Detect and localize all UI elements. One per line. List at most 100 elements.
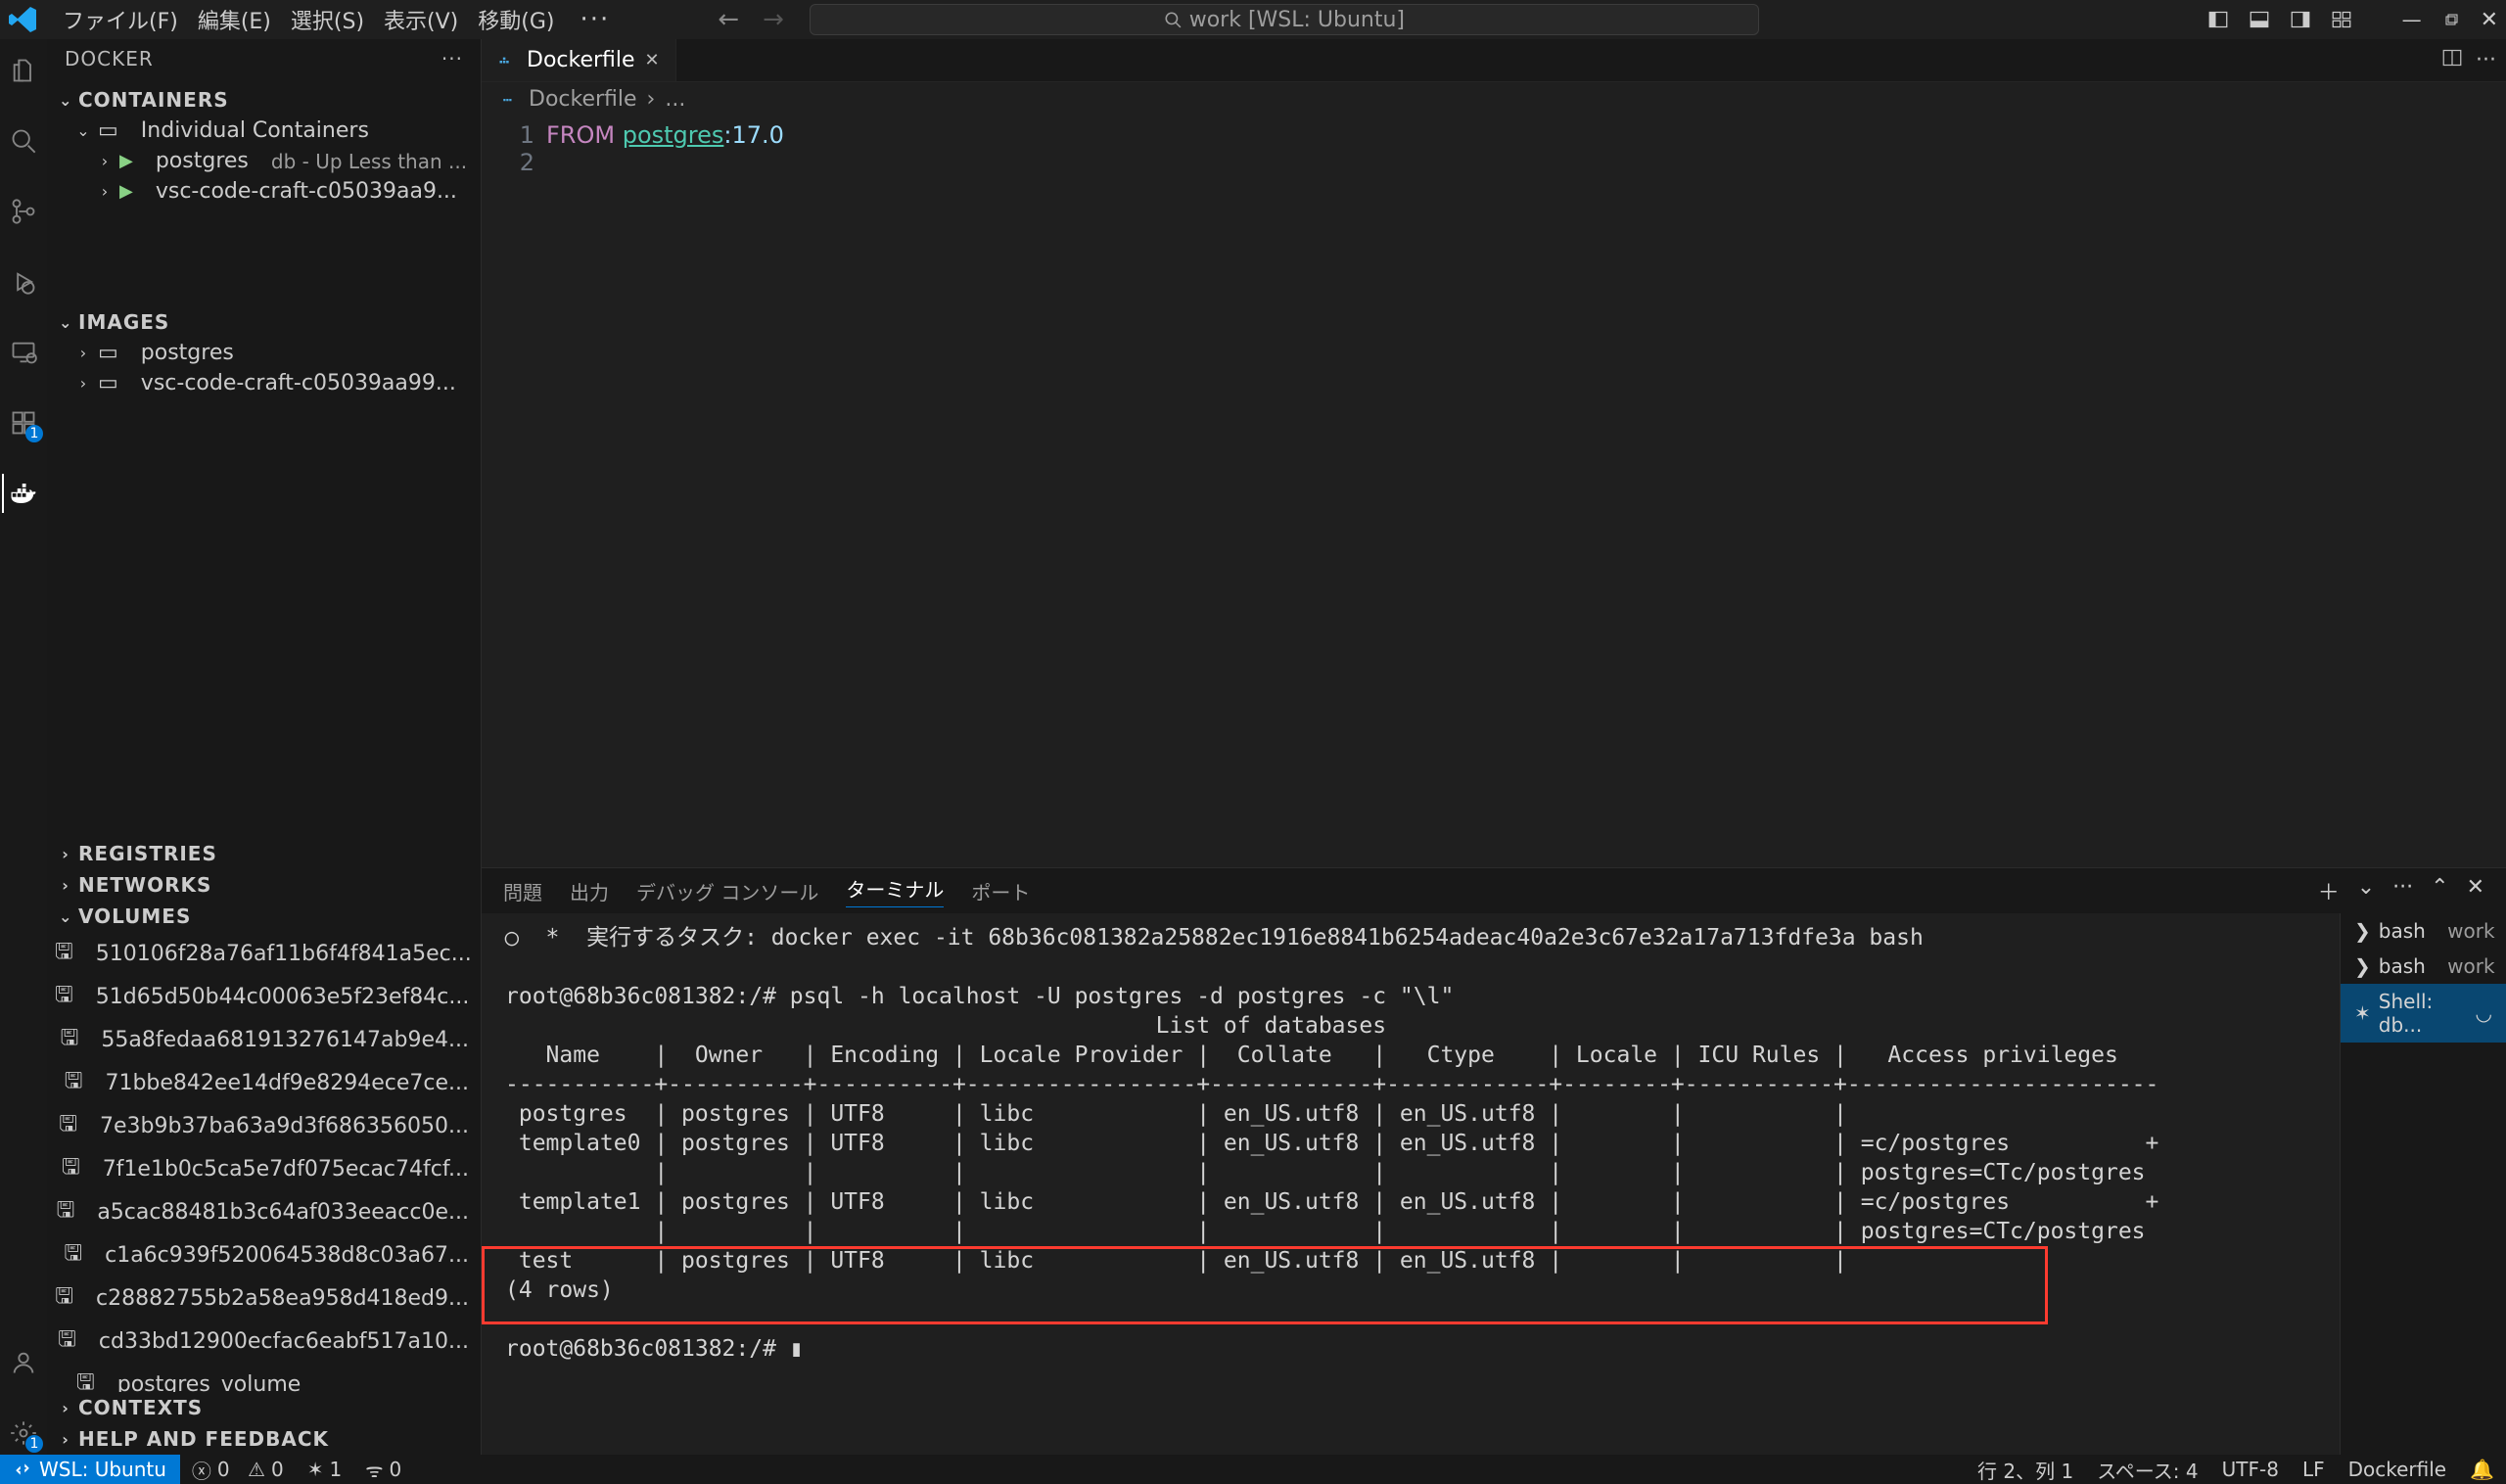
remote-indicator[interactable]: WSL: Ubuntu (0, 1455, 180, 1484)
menu-more-icon[interactable]: ··· (570, 1, 620, 38)
individual-containers-node[interactable]: ⌄▭ Individual Containers (47, 116, 481, 146)
close-tab-icon[interactable]: ✕ (645, 50, 660, 70)
status-broadcast[interactable]: ᯤ0 (353, 1457, 413, 1483)
panel-tab-output[interactable]: 出力 (570, 877, 609, 905)
volume-item[interactable]: 🖫 c1a6c939f520064538d8c03a67... (47, 1233, 481, 1276)
editor-more-icon[interactable]: ··· (2476, 48, 2496, 72)
panel-more-icon[interactable]: ··· (2392, 875, 2413, 906)
terminal-split-chevron-icon[interactable]: ⌄ (2357, 875, 2375, 906)
panel: 問題 出力 デバッグ コンソール ターミナル ポート ＋ ⌄ ··· ⌃ ✕ ◯… (482, 867, 2506, 1455)
title-bar: ファイル(F) 編集(E) 選択(S) 表示(V) 移動(G) ··· ← → … (0, 0, 2506, 39)
extensions-icon[interactable]: 1 (2, 401, 45, 444)
container-item[interactable]: ›▶ vsc-code-craft-c05039aa9... (47, 176, 481, 207)
registries-heading[interactable]: ›REGISTRIES (47, 838, 481, 869)
command-center[interactable]: work [WSL: Ubuntu] (810, 4, 1759, 35)
breadcrumbs[interactable]: Dockerfile › ... (482, 82, 2506, 116)
volume-icon: 🖫 (57, 1193, 75, 1230)
image-item[interactable]: ›▭ postgres (47, 338, 481, 368)
panel-tab-problems[interactable]: 問題 (503, 877, 542, 905)
breadcrumb-item[interactable]: Dockerfile (529, 87, 637, 112)
terminal-output[interactable]: ◯ * 実行するタスク: docker exec -it 68b36c08138… (482, 913, 2340, 1455)
containers-heading[interactable]: ⌄CONTAINERS (47, 84, 481, 116)
menu-view[interactable]: 表示(V) (374, 0, 468, 39)
volume-item[interactable]: 🖫 71bbe842ee14df9e8294ece7ce... (47, 1061, 481, 1104)
settings-gear-icon[interactable]: 1 (2, 1412, 45, 1455)
volume-item[interactable]: 🖫 7e3b9b37ba63a9d3f686356050... (47, 1104, 481, 1147)
volume-item[interactable]: 🖫 51d65d50b44c00063e5f23ef84c... (47, 975, 481, 1018)
terminal-item[interactable]: ❯bash work (2341, 949, 2506, 984)
panel-tabs: 問題 出力 デバッグ コンソール ターミナル ポート ＋ ⌄ ··· ⌃ ✕ (482, 868, 2506, 913)
volume-item[interactable]: 🖫 c28882755b2a58ea958d418ed9... (47, 1276, 481, 1320)
code-content[interactable]: FROM postgres:17.0 (546, 116, 784, 867)
layout-panel-icon[interactable] (2250, 10, 2269, 29)
explorer-icon[interactable] (2, 49, 45, 92)
images-heading[interactable]: ⌄IMAGES (47, 306, 481, 338)
docker-file-icon (501, 90, 519, 108)
panel-tab-ports[interactable]: ポート (971, 877, 1030, 905)
status-eol[interactable]: LF (2291, 1458, 2337, 1481)
tab-dockerfile[interactable]: Dockerfile ✕ (482, 39, 676, 81)
accounts-icon[interactable] (2, 1341, 45, 1384)
volume-item[interactable]: 🖫 cd33bd12900ecfac6eabf517a10... (47, 1320, 481, 1363)
panel-tab-debug[interactable]: デバッグ コンソール (636, 877, 818, 905)
remote-icon (14, 1461, 31, 1478)
status-ports[interactable]: ✶1 (296, 1458, 354, 1481)
chevron-right-icon: › (647, 87, 656, 112)
help-heading[interactable]: ›HELP AND FEEDBACK (47, 1423, 481, 1455)
panel-maximize-icon[interactable]: ⌃ (2431, 875, 2448, 906)
menu-file[interactable]: ファイル(F) (53, 0, 188, 39)
source-control-icon[interactable] (2, 190, 45, 233)
nav-back-icon[interactable]: ← (718, 5, 739, 34)
play-icon: ▶ (119, 181, 133, 202)
window-restore-icon[interactable] (2443, 12, 2459, 27)
status-cursor[interactable]: 行 2、列 1 (1966, 1456, 2085, 1484)
menu-select[interactable]: 選択(S) (281, 0, 374, 39)
sidebar-title: DOCKER (65, 47, 154, 70)
split-editor-icon[interactable] (2442, 48, 2462, 72)
tabs-bar: Dockerfile ✕ ··· (482, 39, 2506, 82)
code-editor[interactable]: 12 FROM postgres:17.0 (482, 116, 2506, 867)
image-item[interactable]: ›▭ vsc-code-craft-c05039aa99... (47, 368, 481, 398)
volume-item[interactable]: 🖫 510106f28a76af11b6f4f841a5ec... (47, 932, 481, 975)
networks-heading[interactable]: ›NETWORKS (47, 869, 481, 901)
volume-icon: 🖫 (61, 1021, 79, 1058)
run-debug-icon[interactable] (2, 260, 45, 303)
terminal-item[interactable]: ✶Shell: db... ◡ (2341, 984, 2506, 1043)
layout-sidebar-right-icon[interactable] (2291, 10, 2310, 29)
status-language[interactable]: Dockerfile (2337, 1458, 2459, 1481)
volume-item[interactable]: 🖫 7f1e1b0c5ca5e7df075ecac74fcf... (47, 1147, 481, 1190)
status-encoding[interactable]: UTF-8 (2210, 1458, 2291, 1481)
menu-go[interactable]: 移動(G) (468, 0, 564, 39)
panel-close-icon[interactable]: ✕ (2467, 875, 2484, 906)
status-indent[interactable]: スペース: 4 (2085, 1456, 2209, 1484)
window-close-icon[interactable]: ✕ (2481, 8, 2498, 32)
gutter: 12 (482, 116, 546, 867)
activity-bar: 1 1 (0, 39, 47, 1455)
volume-item[interactable]: 🖫 55a8fedaa681913276147ab9e4... (47, 1018, 481, 1061)
volumes-heading[interactable]: ⌄VOLUMES (47, 901, 481, 932)
layout-customize-icon[interactable] (2332, 10, 2351, 29)
status-bell-icon[interactable]: 🔔 (2458, 1458, 2506, 1481)
docker-icon[interactable] (2, 472, 45, 515)
contexts-heading[interactable]: ›CONTEXTS (47, 1392, 481, 1423)
window-minimize-icon[interactable]: — (2402, 8, 2422, 31)
volume-item[interactable]: 🖫 postgres_volume (47, 1363, 481, 1392)
breadcrumb-tail: ... (665, 87, 685, 112)
status-problems[interactable]: ⓧ0 ⚠0 (180, 1456, 296, 1484)
terminal-item[interactable]: ❯bash work (2341, 913, 2506, 949)
panel-tab-terminal[interactable]: ターミナル (846, 874, 944, 907)
new-terminal-icon[interactable]: ＋ (2318, 875, 2340, 906)
bash-icon: ❯ (2354, 954, 2371, 978)
menu-edit[interactable]: 編集(E) (188, 0, 281, 39)
window-controls: — ✕ (2208, 8, 2498, 32)
container-item[interactable]: ›▶ postgres db - Up Less than ... (47, 146, 481, 176)
layout-sidebar-left-icon[interactable] (2208, 10, 2228, 29)
docker-sidebar: DOCKER ··· ⌄CONTAINERS ⌄▭ Individual Con… (47, 39, 482, 1455)
nav-forward-icon[interactable]: → (763, 5, 784, 34)
volume-item[interactable]: 🖫 a5cac88481b3c64af033eeacc0e... (47, 1190, 481, 1233)
volume-icon: 🖫 (55, 978, 73, 1015)
sidebar-more-icon[interactable]: ··· (441, 47, 463, 70)
remote-explorer-icon[interactable] (2, 331, 45, 374)
bash-icon: ❯ (2354, 919, 2371, 943)
search-icon[interactable] (2, 119, 45, 162)
